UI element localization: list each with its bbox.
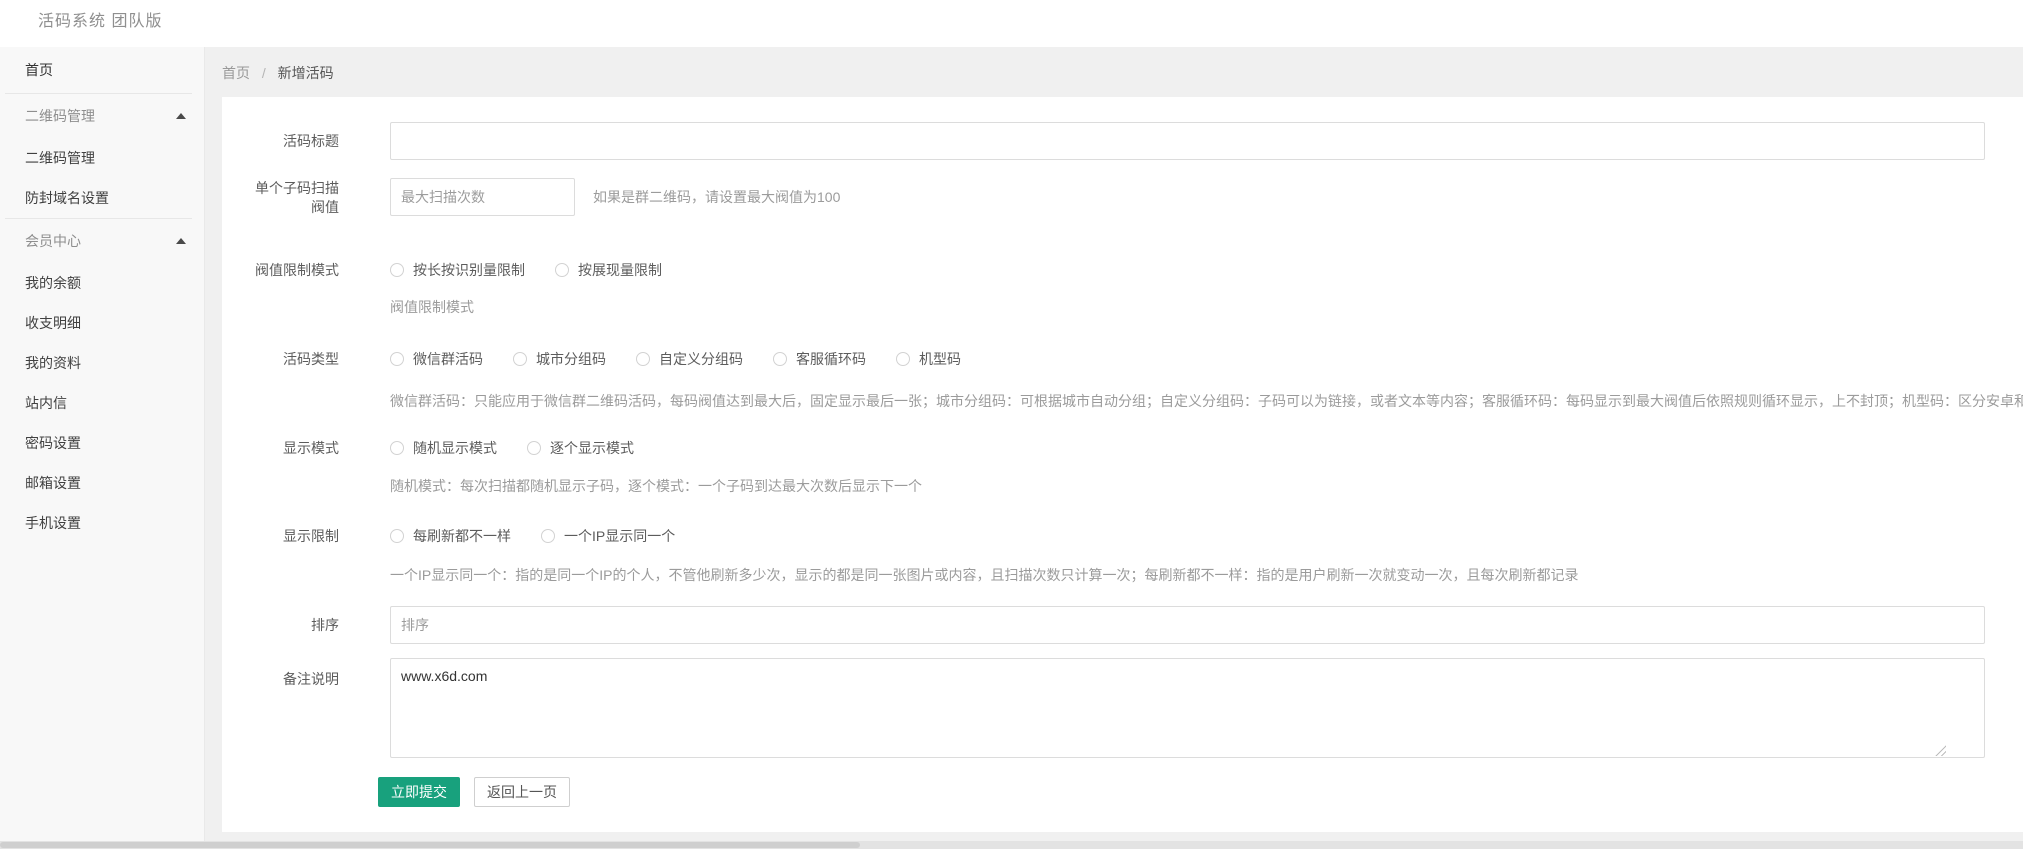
top-header: 活码系统 团队版 [0,0,2023,47]
sidebar-item-home[interactable]: 首页 [0,47,204,93]
radio-option-impression-limit[interactable]: 按展现量限制 [555,260,662,280]
radio-option-sequential-display[interactable]: 逐个显示模式 [527,438,634,458]
new-live-code-form-card: 活码标题 单个子码扫描阀值 如果是群二维码，请设置最大阀值为100 阀值限制模式… [222,97,2023,832]
form-row-scan-threshold: 单个子码扫描阀值 如果是群二维码，请设置最大阀值为100 [255,178,2023,216]
title-input[interactable] [390,122,1985,160]
radio-option-same-per-ip[interactable]: 一个IP显示同一个 [541,526,675,546]
radio-label: 每刷新都不一样 [413,526,511,546]
radio-label: 按长按识别量限制 [413,260,525,280]
sidebar-item-password-settings[interactable]: 密码设置 [0,423,204,463]
display-mode-label: 显示模式 [255,438,339,458]
code-type-label: 活码类型 [255,349,339,369]
sidebar-item-label: 站内信 [25,393,67,413]
form-actions: 立即提交 返回上一页 [390,777,2023,807]
horizontal-scrollbar-track[interactable] [0,841,2023,849]
sidebar-group-qrcode-management[interactable]: 二维码管理 [0,94,204,138]
sidebar-group-label: 会员中心 [25,231,81,251]
form-row-sort: 排序 [255,606,2023,644]
radio-option-custom-group-code[interactable]: 自定义分组码 [636,349,743,369]
sidebar-item-antiblock-domain[interactable]: 防封域名设置 [0,178,204,218]
submit-button[interactable]: 立即提交 [378,777,460,807]
radio-button-icon[interactable] [636,352,650,366]
back-button[interactable]: 返回上一页 [474,777,570,807]
sidebar-item-label: 防封域名设置 [25,188,109,208]
radio-button-icon[interactable] [541,529,555,543]
radio-button-icon[interactable] [390,529,404,543]
sidebar-item-email-settings[interactable]: 邮箱设置 [0,463,204,503]
sidebar-group-member-center[interactable]: 会员中心 [0,219,204,263]
radio-label: 微信群活码 [413,349,483,369]
horizontal-scrollbar-thumb[interactable] [0,842,860,848]
radio-button-icon[interactable] [773,352,787,366]
sort-input[interactable] [390,606,1985,644]
radio-button-icon[interactable] [513,352,527,366]
app-logo: 活码系统 团队版 [38,0,162,44]
radio-option-wechat-group-code[interactable]: 微信群活码 [390,349,483,369]
sort-label: 排序 [255,606,339,644]
limit-mode-label: 阀值限制模式 [255,260,339,280]
display-limit-label: 显示限制 [255,526,339,546]
radio-button-icon[interactable] [527,441,541,455]
sidebar-item-label: 邮箱设置 [25,473,81,493]
radio-button-icon[interactable] [390,352,404,366]
radio-label: 随机显示模式 [413,438,497,458]
radio-option-city-group-code[interactable]: 城市分组码 [513,349,606,369]
display-mode-help-text: 随机模式：每次扫描都随机显示子码，逐个模式：一个子码到达最大次数后显示下一个 [390,476,2023,496]
sidebar-item-label: 收支明细 [25,313,81,333]
remark-textarea[interactable]: www.x6d.com [390,658,1985,758]
radio-button-icon[interactable] [896,352,910,366]
breadcrumb-separator: / [262,65,266,81]
form-row-title: 活码标题 [255,122,2023,160]
sidebar-item-my-balance[interactable]: 我的余额 [0,263,204,303]
sidebar-item-income-expense[interactable]: 收支明细 [0,303,204,343]
code-type-help-text: 微信群活码：只能应用于微信群二维码活码，每码阀值达到最大后，固定显示最后一张；城… [390,391,2023,411]
radio-button-icon[interactable] [555,263,569,277]
sidebar-item-site-message[interactable]: 站内信 [0,383,204,423]
title-label: 活码标题 [255,122,339,160]
radio-option-long-press-limit[interactable]: 按长按识别量限制 [390,260,525,280]
remark-label: 备注说明 [255,670,339,689]
radio-label: 城市分组码 [536,349,606,369]
sidebar-item-label: 手机设置 [25,513,81,533]
caret-up-icon [176,113,186,119]
sidebar-item-label: 首页 [25,60,53,80]
sidebar-item-label: 我的资料 [25,353,81,373]
radio-button-icon[interactable] [390,263,404,277]
radio-option-random-display[interactable]: 随机显示模式 [390,438,497,458]
breadcrumb: 首页 / 新增活码 [222,60,334,86]
threshold-label: 单个子码扫描阀值 [255,179,339,217]
breadcrumb-home-link[interactable]: 首页 [222,65,250,81]
display-limit-help-text: 一个IP显示同一个：指的是同一个IP的个人，不管他刷新多少次，显示的都是同一张图… [390,565,2023,585]
radio-button-icon[interactable] [390,441,404,455]
radio-option-service-loop-code[interactable]: 客服循环码 [773,349,866,369]
sidebar: 首页 二维码管理 二维码管理 防封域名设置 会员中心 我的余额 收支明细 我的资… [0,47,205,841]
radio-option-different-each-refresh[interactable]: 每刷新都不一样 [390,526,511,546]
caret-up-icon [176,238,186,244]
radio-label: 客服循环码 [796,349,866,369]
radio-label: 按展现量限制 [578,260,662,280]
sidebar-item-label: 二维码管理 [25,148,95,168]
radio-option-device-model-code[interactable]: 机型码 [896,349,961,369]
breadcrumb-current: 新增活码 [278,65,334,81]
radio-label: 自定义分组码 [659,349,743,369]
sidebar-item-qrcode-management[interactable]: 二维码管理 [0,138,204,178]
form-row-remark: 备注说明 www.x6d.com [255,658,2023,758]
radio-label: 一个IP显示同一个 [564,526,675,546]
radio-label: 机型码 [919,349,961,369]
sidebar-item-label: 密码设置 [25,433,81,453]
sidebar-item-my-profile[interactable]: 我的资料 [0,343,204,383]
threshold-help-text: 如果是群二维码，请设置最大阀值为100 [593,178,840,216]
limit-mode-help-text: 阀值限制模式 [390,297,2023,317]
sidebar-item-phone-settings[interactable]: 手机设置 [0,503,204,543]
sidebar-item-label: 我的余额 [25,273,81,293]
sidebar-group-label: 二维码管理 [25,106,95,126]
radio-label: 逐个显示模式 [550,438,634,458]
scan-threshold-input[interactable] [390,178,575,216]
